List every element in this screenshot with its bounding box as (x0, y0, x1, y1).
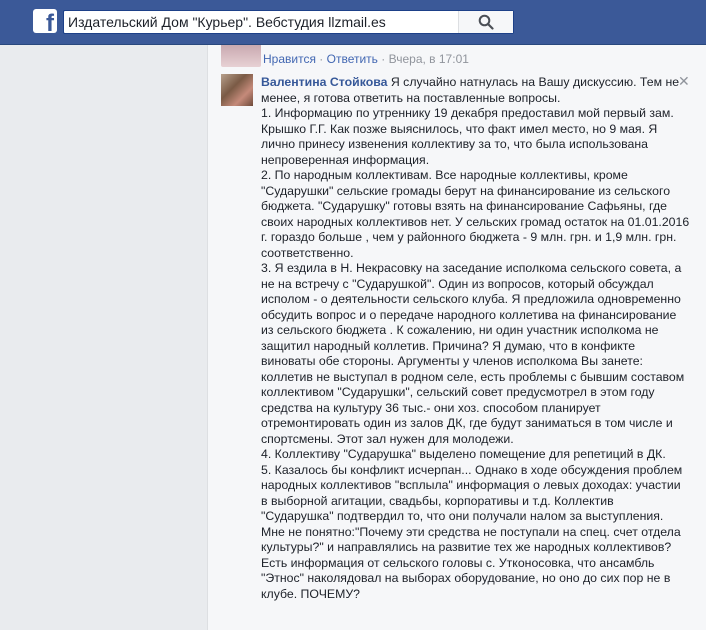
comment-line: не на встречу с "Сударушкой". Один из во… (261, 276, 654, 291)
search-input[interactable] (68, 13, 468, 31)
comment-line: "Сударушка" подтвердил то, что они получ… (261, 509, 664, 523)
search-button[interactable] (458, 11, 513, 33)
reply-link[interactable]: Ответить (327, 52, 378, 66)
comment-line: бюджета. "Сударушку" готовы взять на фин… (261, 199, 667, 213)
comment-line: 5. Казалось бы конфликт исчерпан... Одна… (261, 462, 683, 477)
meta-separator: · (319, 52, 324, 66)
comment-line: коллективом "Сударушки", сельский совет … (261, 385, 655, 399)
comment-line: в выборной агитации, свадьбы, корпоратив… (261, 493, 614, 508)
meta-separator: · (381, 52, 386, 66)
facebook-logo[interactable]: f (33, 9, 57, 37)
comment-line: 4. Коллективу "Сударушка" выделено помещ… (261, 447, 666, 461)
comment-line: обсудить вопрос и о передаче народного к… (261, 307, 677, 322)
comment-line: "Сударушки" сельские громады берут на фи… (261, 183, 671, 198)
comment-line: 1. Информацию по утреннику 19 декабря пр… (261, 106, 674, 120)
comment-line: виноваты обе стороны. Аргументы у членов… (261, 354, 643, 368)
search-box (63, 10, 514, 34)
top-bar: f (0, 0, 706, 45)
facebook-logo-letter: f (46, 10, 54, 37)
comment-author-link[interactable]: Валентина Стойкова (261, 75, 387, 89)
search-icon (478, 14, 494, 30)
comment-line: своих народных коллективов нет. У сельск… (261, 214, 690, 229)
left-column (0, 45, 207, 630)
comment-line: Есть информация от сельского головы с. У… (261, 555, 655, 570)
comment-line: спортсмены. Этот зал нужен для молодежи. (261, 431, 514, 446)
comment-line: лично принесу извенения коллективу за то… (261, 137, 648, 151)
comment-line: отремонтировать один из залов ДК, где бу… (261, 416, 673, 430)
comment-line: коллетив не выступал в родном селе, есть… (261, 369, 685, 384)
comment-line: культуры?" и направлялись на развитие те… (261, 540, 672, 554)
comment-line: непроверенная информация. (261, 152, 430, 167)
comment-first-line: Валентина Стойкова Я случайно натнулась … (261, 75, 679, 91)
comment-line: 2. По народным коллективам. Все народные… (261, 168, 628, 182)
comment-time[interactable]: Вчера, в 17:01 (389, 52, 469, 66)
comment-line: клубе. ПОЧЕМУ? (261, 586, 360, 601)
close-icon[interactable]: ✕ (678, 73, 690, 89)
comment-line: Мне не понятно:"Почему эти средства не п… (261, 524, 681, 539)
comment-line: исполом - о деятельности сельского клуба… (261, 292, 681, 306)
comment-line: менее, я готова ответить на поставленные… (261, 90, 561, 105)
comment-line: 3. Я ездила в Н. Некрасовку на заседание… (261, 261, 682, 275)
previous-comment-meta: Нравится · Ответить · Вчера, в 17:01 (263, 52, 469, 66)
commenter-avatar[interactable] (221, 74, 253, 106)
like-link[interactable]: Нравится (263, 52, 316, 66)
comment-body: Валентина Стойкова Я случайно натнулась … (261, 75, 690, 602)
comment-line: соответственно. (261, 245, 354, 260)
comment-line: из сельского бюджета . К сожалению, ни о… (261, 323, 659, 337)
comment-line: защитил народный коллетив. Причина? Я ду… (261, 338, 636, 353)
comment-line: г. гораздо больше , чем у районного бюдж… (261, 230, 677, 244)
comment-line: средства на культуру 36 тыс.- они хоз. с… (261, 400, 601, 415)
comment-text: Я случайно натнулась на Вашу дискуссию. … (390, 75, 680, 89)
comment-line: "Этнос" наколядовал на выборах оборудова… (261, 571, 671, 585)
previous-comment-avatar[interactable] (221, 45, 261, 67)
comment-line: народных коллективов "всплыла" информаци… (261, 478, 681, 492)
comment-line: Крышко Г.Г. Как позже выяснилось, что фа… (261, 121, 658, 136)
